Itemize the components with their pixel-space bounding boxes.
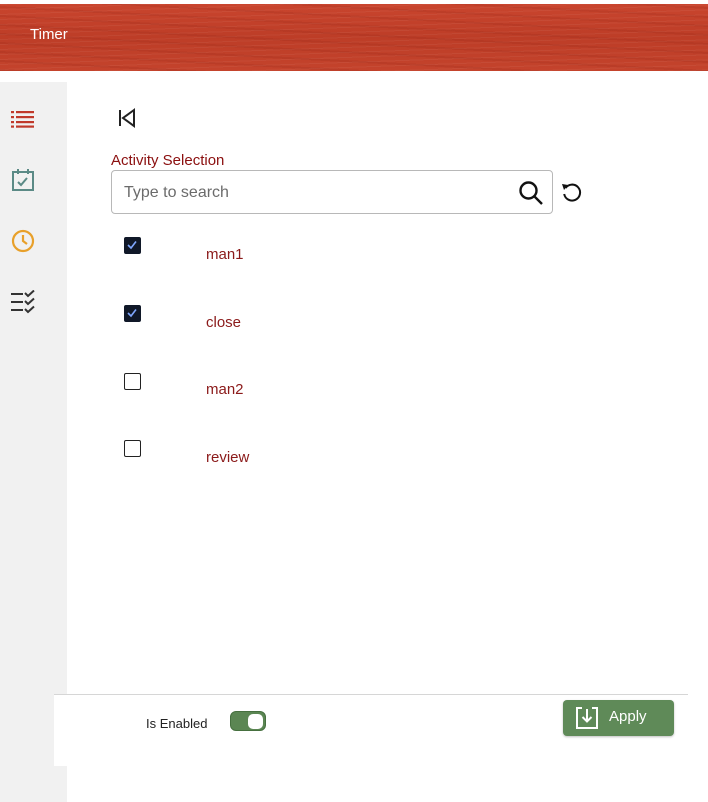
apply-label: Apply bbox=[609, 708, 647, 725]
search-input[interactable] bbox=[124, 181, 514, 205]
skip-back-icon bbox=[119, 108, 135, 128]
reset-icon[interactable] bbox=[560, 180, 584, 204]
activity-item[interactable]: man1 bbox=[124, 237, 524, 267]
activity-item[interactable]: close bbox=[124, 305, 524, 335]
checkbox-close[interactable] bbox=[124, 305, 141, 322]
sidebar-item-calendar[interactable] bbox=[8, 165, 38, 195]
is-enabled-toggle[interactable] bbox=[230, 711, 266, 731]
download-icon bbox=[576, 707, 598, 729]
activity-label[interactable]: man1 bbox=[206, 246, 244, 263]
activity-label[interactable]: close bbox=[206, 314, 241, 331]
sidebar-item-list[interactable] bbox=[8, 104, 38, 134]
sidebar-item-clock[interactable] bbox=[8, 226, 38, 256]
app-title: Timer bbox=[30, 26, 68, 43]
search-icon[interactable] bbox=[518, 180, 544, 206]
activity-selection-label: Activity Selection bbox=[111, 152, 225, 169]
checkbox-man1[interactable] bbox=[124, 237, 141, 254]
app-header: Timer bbox=[0, 4, 708, 71]
check-icon bbox=[127, 309, 137, 318]
activity-item[interactable]: man2 bbox=[124, 373, 524, 403]
activity-label[interactable]: man2 bbox=[206, 381, 244, 398]
check-icon bbox=[127, 241, 137, 250]
toggle-knob bbox=[248, 714, 263, 729]
activity-item[interactable]: review bbox=[124, 440, 524, 470]
checkbox-man2[interactable] bbox=[124, 373, 141, 390]
checkbox-review[interactable] bbox=[124, 440, 141, 457]
clock-icon bbox=[11, 229, 35, 253]
collapse-panel-button[interactable] bbox=[114, 105, 140, 131]
list-icon bbox=[11, 111, 34, 128]
footer-bar: Is Enabled Apply bbox=[54, 694, 688, 766]
is-enabled-label: Is Enabled bbox=[146, 716, 208, 731]
checklist-icon bbox=[11, 290, 35, 314]
calendar-check-icon bbox=[12, 169, 34, 191]
sidebar-item-checklist[interactable] bbox=[8, 287, 38, 317]
activity-label[interactable]: review bbox=[206, 449, 249, 466]
search-box bbox=[111, 170, 553, 214]
apply-button[interactable]: Apply bbox=[563, 700, 674, 736]
